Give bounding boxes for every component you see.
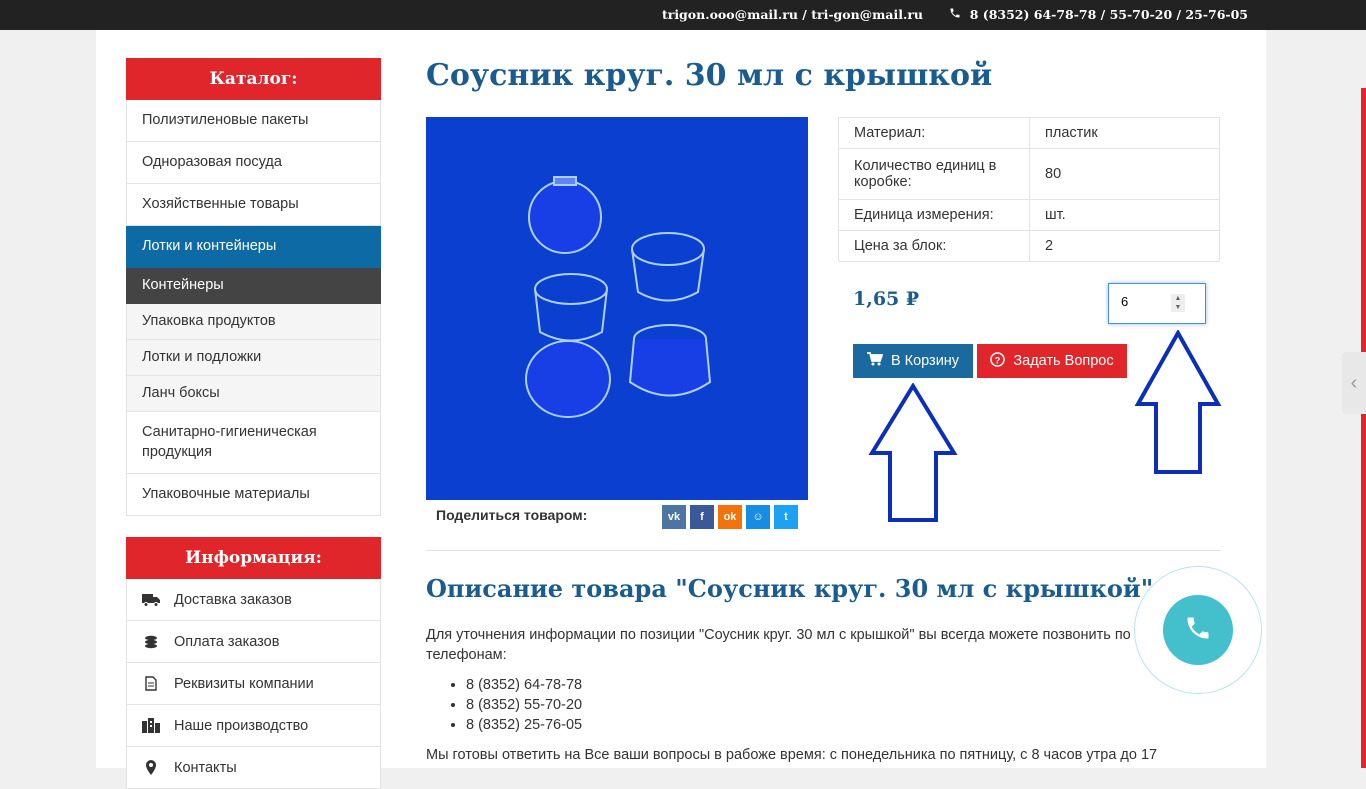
sidebar-item-household-goods[interactable]: Хозяйственные товары (126, 184, 381, 226)
quantity-input[interactable] (1121, 294, 1171, 309)
product-image[interactable] (426, 117, 808, 500)
truck-icon (142, 592, 160, 608)
spec-row: Количество единиц в коробке: 80 (838, 148, 1220, 200)
spec-value: 80 (1029, 148, 1220, 200)
info-item-label: Реквизиты компании (174, 675, 314, 692)
sidebar-item-sanitary-hygiene[interactable]: Санитарно-гигиеническая продукция (126, 412, 381, 474)
description-intro: Для уточнения информации по позиции "Соу… (426, 627, 1131, 663)
spec-label: Цена за блок: (838, 230, 1030, 262)
cart-icon (866, 352, 884, 370)
share-icons: vk f ok ☺ t (662, 505, 798, 529)
vk-icon[interactable]: vk (662, 505, 686, 529)
callback-button[interactable] (1163, 595, 1233, 665)
moimir-icon[interactable]: ☺ (746, 505, 770, 529)
quantity-stepper[interactable]: ▲▼ (1108, 283, 1206, 324)
sidebar-item-plastic-bags[interactable]: Полиэтиленовые пакеты (126, 100, 381, 142)
spec-value: пластик (1029, 117, 1220, 149)
list-item: 8 (8352) 55-70-20 (466, 695, 582, 715)
spec-label: Количество единиц в коробке: (838, 148, 1030, 200)
list-item: 8 (8352) 25-76-05 (466, 715, 582, 735)
phone-list: 8 (8352) 64-78-78 8 (8352) 55-70-20 8 (8… (466, 675, 582, 735)
list-item: 8 (8352) 64-78-78 (466, 675, 582, 695)
spec-row: Материал: пластик (838, 117, 1220, 149)
info-item-delivery[interactable]: Доставка заказов (126, 579, 381, 621)
spec-label: Единица измерения: (838, 199, 1030, 231)
side-panel-toggle[interactable]: ‹ (1342, 352, 1366, 414)
facebook-icon[interactable]: f (690, 505, 714, 529)
info-item-production[interactable]: Наше производство (126, 705, 381, 747)
spec-row: Цена за блок: 2 (838, 230, 1220, 262)
svg-text:?: ? (995, 355, 1001, 365)
divider (426, 550, 1221, 551)
document-icon (142, 676, 160, 692)
sidebar-subitem-containers[interactable]: Контейнеры (126, 268, 381, 304)
top-phones[interactable]: 8 (8352) 64-78-78 / 55-70-20 / 25-76-05 (970, 7, 1248, 22)
ask-button-label: Задать Вопрос (1013, 353, 1114, 369)
cart-button-label: В Корзину (890, 353, 960, 369)
coins-icon (142, 634, 160, 650)
add-to-cart-button[interactable]: В Корзину (853, 344, 973, 378)
info-item-contacts[interactable]: Контакты (126, 747, 381, 789)
phone-icon (949, 7, 961, 22)
product-title: Соусник круг. 30 мл с крышкой (426, 58, 993, 93)
sidebar-item-packaging-materials[interactable]: Упаковочные материалы (126, 474, 381, 516)
spec-value: шт. (1029, 199, 1220, 231)
building-icon (142, 718, 160, 734)
top-bar: trigon.ooo@mail.ru / tri-gon@mail.ru 8 (… (0, 0, 1366, 30)
question-circle-icon: ? (990, 351, 1006, 371)
info-item-requisites[interactable]: Реквизиты компании (126, 663, 381, 705)
sidebar-item-disposable-tableware[interactable]: Одноразовая посуда (126, 142, 381, 184)
info-heading: Информация: (126, 537, 381, 579)
sidebar: Каталог: Полиэтиленовые пакеты Одноразов… (126, 58, 381, 789)
sidebar-item-trays-containers[interactable]: Лотки и контейнеры (126, 226, 381, 268)
top-emails[interactable]: trigon.ooo@mail.ru / tri-gon@mail.ru (662, 7, 923, 22)
odnoklassniki-icon[interactable]: ok (718, 505, 742, 529)
spec-value: 2 (1029, 230, 1220, 262)
spec-label: Материал: (838, 117, 1030, 149)
arrow-up-icon (1134, 330, 1222, 474)
twitter-icon[interactable]: t (774, 505, 798, 529)
info-item-label: Доставка заказов (174, 591, 292, 608)
description-outro: Мы готовы ответить на Все ваши вопросы в… (426, 747, 1158, 763)
ask-question-button[interactable]: ? Задать Вопрос (977, 344, 1127, 378)
phone-handset-icon (1184, 614, 1212, 647)
spec-table: Материал: пластик Количество единиц в ко… (838, 117, 1220, 262)
sidebar-subitem-food-packaging[interactable]: Упаковка продуктов (126, 304, 381, 340)
arrow-up-icon (868, 383, 958, 522)
catalog-heading: Каталог: (126, 58, 381, 100)
info-item-label: Наше производство (174, 717, 309, 734)
info-block: Информация: Доставка заказов Оплата зака… (126, 537, 381, 789)
share-label: Поделиться товаром: (436, 507, 588, 523)
sidebar-subitem-lunch-boxes[interactable]: Ланч боксы (126, 376, 381, 412)
info-item-payment[interactable]: Оплата заказов (126, 621, 381, 663)
spin-arrows-icon[interactable]: ▲ ▼ (1171, 294, 1185, 312)
right-edge-accent (1361, 88, 1366, 768)
product-price: 1,65 ₽ (853, 288, 920, 310)
sidebar-subitem-trays-substrates[interactable]: Лотки и подложки (126, 340, 381, 376)
description-title: Описание товара "Соусник круг. 30 мл с к… (426, 574, 1154, 603)
spec-row: Единица измерения: шт. (838, 199, 1220, 231)
info-item-label: Оплата заказов (174, 633, 280, 650)
top-contacts: trigon.ooo@mail.ru / tri-gon@mail.ru 8 (… (662, 7, 1248, 22)
